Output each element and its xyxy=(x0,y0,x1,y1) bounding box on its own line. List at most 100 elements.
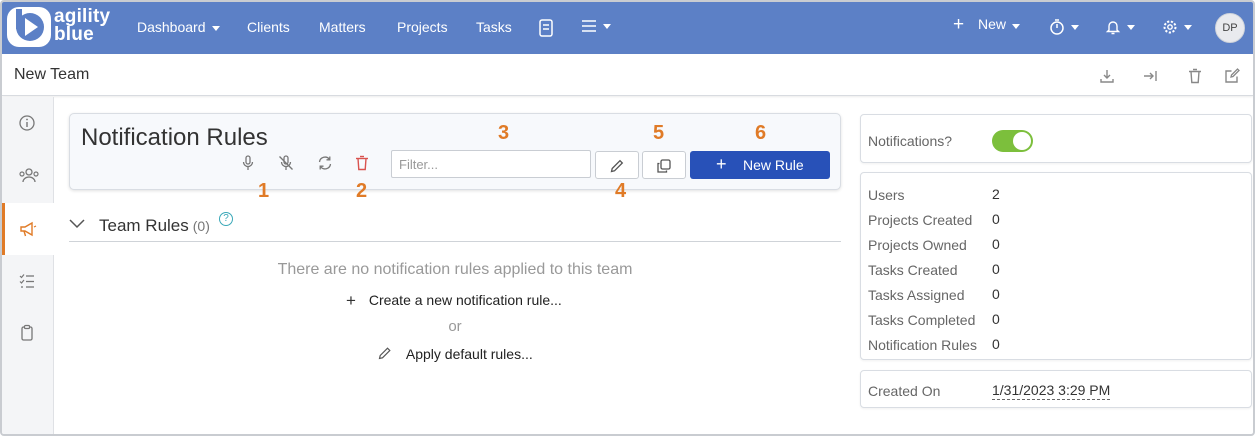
notifications-label: Notifications? xyxy=(868,133,953,149)
gear-icon xyxy=(1163,20,1177,34)
plus-icon: + xyxy=(953,14,965,35)
stat-label-tasks-completed: Tasks Completed xyxy=(868,312,976,328)
user-avatar[interactable]: DP xyxy=(1215,13,1245,43)
nav-clients[interactable]: Clients xyxy=(247,19,290,35)
team-rules-section-header[interactable]: Team Rules (0) ? xyxy=(69,212,841,242)
page-header: New Team xyxy=(2,54,1253,96)
stat-value-notification-rules: 0 xyxy=(992,336,1000,352)
stat-label-tasks-created: Tasks Created xyxy=(868,262,958,278)
nav-timer[interactable] xyxy=(1049,18,1079,36)
created-on-date: 1/31/2023 3:29 PM xyxy=(992,382,1111,400)
trash-icon[interactable] xyxy=(353,154,371,172)
logo-wordmark[interactable]: agility blue xyxy=(54,7,110,45)
apply-default-rules-label: Apply default rules... xyxy=(405,346,533,362)
nav-new[interactable]: + New xyxy=(953,14,1021,35)
nav-new-label: New xyxy=(978,16,1007,32)
annotation-4: 4 xyxy=(615,180,627,202)
megaphone-icon xyxy=(20,221,37,237)
bell-icon xyxy=(1105,21,1121,35)
page-title: New Team xyxy=(14,66,90,83)
top-navbar: agility blue Dashboard Clients Matters P… xyxy=(2,2,1253,54)
download-icon[interactable] xyxy=(1098,67,1116,85)
team-rules-title: Team Rules (0) xyxy=(99,216,210,236)
chevron-down-icon xyxy=(603,23,611,29)
stat-value-users: 2 xyxy=(992,186,1000,202)
document-list-icon[interactable] xyxy=(534,16,558,40)
chevron-down-icon xyxy=(1127,24,1135,30)
help-icon[interactable]: ? xyxy=(219,212,233,226)
sidebar-item-checklist[interactable] xyxy=(2,255,53,307)
team-rules-label: Team Rules xyxy=(99,216,189,235)
create-rule-label: Create a new notification rule... xyxy=(368,292,562,308)
stat-value-tasks-completed: 0 xyxy=(992,311,1000,327)
logo-line-2: blue xyxy=(54,24,94,45)
nav-dashboard[interactable]: Dashboard xyxy=(137,19,220,35)
annotation-2: 2 xyxy=(356,180,368,202)
edit-button[interactable] xyxy=(595,151,639,179)
new-rule-button[interactable]: + New Rule xyxy=(690,151,830,179)
checklist-icon xyxy=(19,274,34,288)
annotation-5: 5 xyxy=(653,122,665,144)
trash-icon[interactable] xyxy=(1186,67,1204,85)
refresh-icon[interactable] xyxy=(316,154,334,172)
filter-input[interactable] xyxy=(391,150,591,178)
chevron-down-icon xyxy=(1184,24,1192,30)
nav-notifications[interactable] xyxy=(1105,18,1135,36)
stat-label-tasks-assigned: Tasks Assigned xyxy=(868,287,965,303)
created-on-panel: Created On 1/31/2023 3:29 PM xyxy=(860,370,1252,408)
move-to-icon[interactable] xyxy=(1142,67,1160,85)
toggle-knob xyxy=(1013,132,1031,150)
plus-icon: + xyxy=(716,154,727,174)
created-on-value: 1/31/2023 3:29 PM xyxy=(992,382,1111,400)
annotation-3: 3 xyxy=(498,122,510,144)
stat-value-tasks-assigned: 0 xyxy=(992,286,1000,302)
nav-menu[interactable] xyxy=(581,17,611,33)
or-separator: or xyxy=(448,318,462,335)
nav-dashboard-label: Dashboard xyxy=(137,19,206,35)
nav-matters[interactable]: Matters xyxy=(319,19,366,35)
plus-icon: + xyxy=(346,291,356,310)
chevron-down-icon xyxy=(211,25,220,31)
notification-rules-title: Notification Rules xyxy=(81,124,268,151)
nav-settings[interactable] xyxy=(1162,18,1192,36)
sidebar-item-notifications[interactable] xyxy=(2,203,54,255)
nav-projects[interactable]: Projects xyxy=(397,19,448,35)
sidebar-item-members[interactable] xyxy=(2,149,53,201)
agility-blue-logo-icon[interactable] xyxy=(6,6,52,48)
left-sidebar xyxy=(2,97,54,434)
chevron-down-icon xyxy=(1012,23,1021,29)
pencil-icon xyxy=(610,159,624,173)
info-icon xyxy=(19,115,35,131)
hamburger-icon xyxy=(582,20,596,33)
annotation-6: 6 xyxy=(755,122,767,144)
new-rule-label: New Rule xyxy=(743,157,804,173)
team-rules-count: (0) xyxy=(192,218,210,234)
nav-tasks[interactable]: Tasks xyxy=(476,19,512,35)
annotation-1: 1 xyxy=(258,180,270,202)
copy-button[interactable] xyxy=(642,151,686,179)
sidebar-item-clipboard[interactable] xyxy=(2,307,53,359)
create-rule-link[interactable]: + Create a new notification rule... xyxy=(346,290,562,310)
edit-icon[interactable] xyxy=(1223,67,1241,85)
microphone-off-icon[interactable] xyxy=(277,154,295,172)
stat-value-projects-owned: 0 xyxy=(992,236,1000,252)
team-stats-panel: Users 2 Projects Created 0 Projects Owne… xyxy=(860,172,1252,360)
notification-rules-toolbar: Notification Rules + New Rule xyxy=(69,113,841,190)
created-on-label: Created On xyxy=(868,383,941,399)
chevron-down-icon[interactable] xyxy=(69,218,85,230)
sidebar-item-info[interactable] xyxy=(2,97,53,149)
notifications-toggle[interactable] xyxy=(992,130,1033,152)
stat-label-projects-owned: Projects Owned xyxy=(868,237,967,253)
app-window: agility blue Dashboard Clients Matters P… xyxy=(0,0,1255,436)
copy-icon xyxy=(657,159,671,173)
stat-label-notification-rules: Notification Rules xyxy=(868,337,977,353)
stat-label-projects-created: Projects Created xyxy=(868,212,973,228)
users-icon xyxy=(19,168,39,183)
pencil-icon xyxy=(378,347,391,360)
apply-default-rules-link[interactable]: Apply default rules... xyxy=(378,346,533,362)
clipboard-icon xyxy=(21,324,33,341)
stat-value-tasks-created: 0 xyxy=(992,261,1000,277)
microphone-icon[interactable] xyxy=(239,154,257,172)
empty-state-message: There are no notification rules applied … xyxy=(277,261,633,278)
stat-label-users: Users xyxy=(868,187,905,203)
